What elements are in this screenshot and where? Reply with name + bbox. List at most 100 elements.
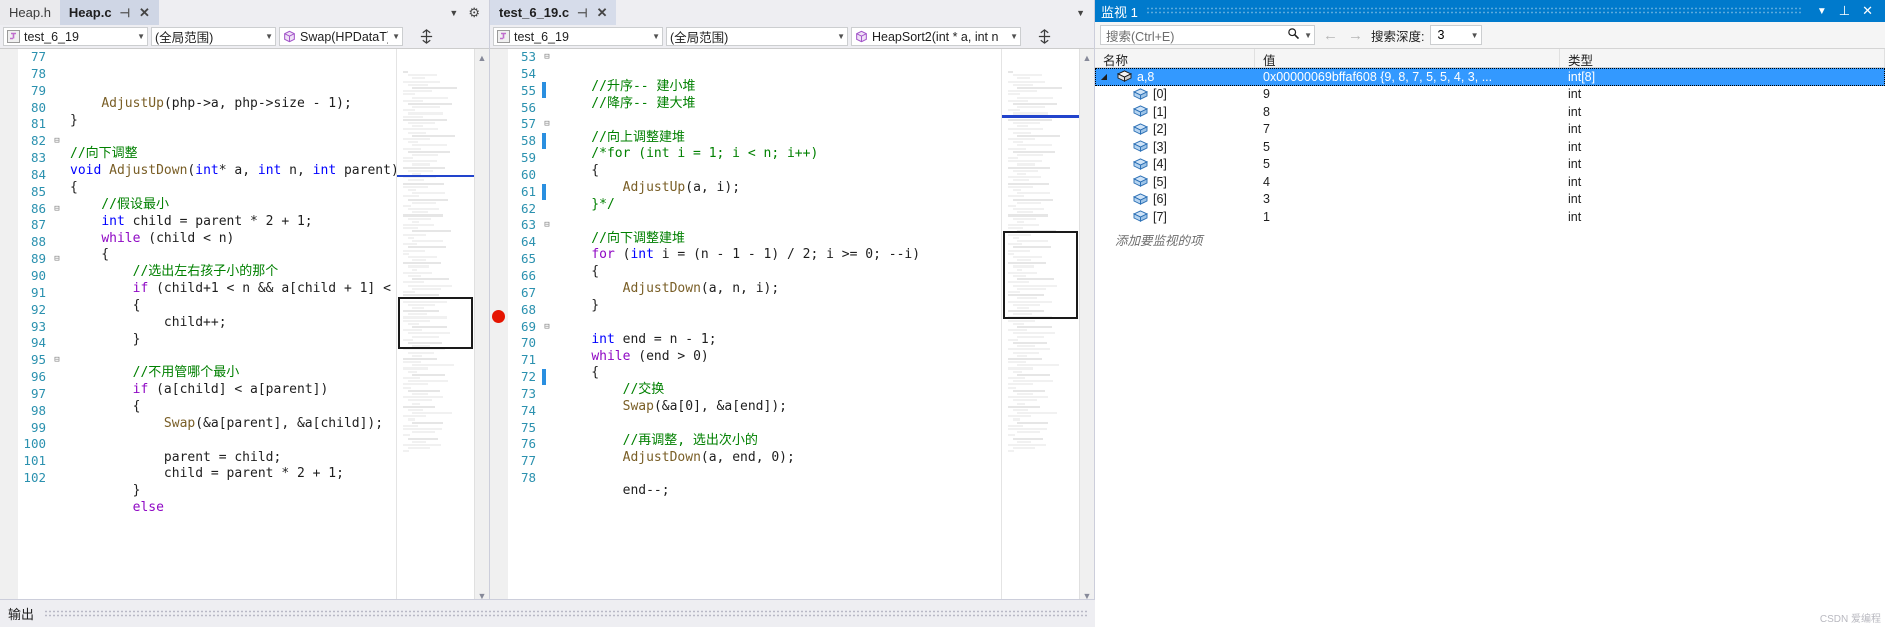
- code-line[interactable]: //假设最小: [70, 197, 396, 214]
- table-row[interactable]: [2] 7 int: [1095, 121, 1885, 139]
- code-line[interactable]: }: [70, 332, 396, 349]
- pin-icon[interactable]: ⊣: [120, 6, 130, 20]
- code-line[interactable]: [560, 214, 1001, 231]
- title-drag-area[interactable]: [1146, 0, 1803, 22]
- watch-value-cell[interactable]: 3: [1255, 192, 1560, 206]
- code-line[interactable]: //向下调整: [70, 146, 396, 163]
- table-row[interactable]: [1] 8 int: [1095, 103, 1885, 121]
- code-line[interactable]: [560, 466, 1001, 483]
- code-line[interactable]: {: [560, 163, 1001, 180]
- code-line[interactable]: {: [560, 264, 1001, 281]
- code-line[interactable]: {: [70, 180, 396, 197]
- right-code-text[interactable]: //升序-- 建小堆 //降序-- 建大堆 //向上调整建堆 /*for (in…: [554, 49, 1001, 605]
- code-line[interactable]: [560, 416, 1001, 433]
- close-icon[interactable]: ✕: [139, 5, 150, 21]
- table-row[interactable]: [4] 5 int: [1095, 156, 1885, 174]
- expand-toggle[interactable]: ◢: [1097, 72, 1111, 81]
- code-line[interactable]: //交换: [560, 382, 1001, 399]
- pin-icon[interactable]: ⊥: [1833, 3, 1856, 19]
- chevron-down-icon[interactable]: ▼: [652, 32, 660, 41]
- split-view-icon[interactable]: [1024, 29, 1064, 44]
- watch-name-cell[interactable]: [3]: [1095, 140, 1255, 154]
- left-minimap[interactable]: [396, 49, 474, 605]
- right-code-area[interactable]: 53 54 55 56 57 58 59 60 61 62 63 64 65 66 67 68 69 70 71 72…: [490, 49, 1094, 605]
- left-vertical-scrollbar[interactable]: ▲ ▼: [474, 49, 489, 605]
- code-line[interactable]: [560, 113, 1001, 130]
- chevron-down-icon[interactable]: ▼: [392, 32, 400, 41]
- fold-toggle[interactable]: ⊟: [50, 352, 64, 369]
- project-dropdown[interactable]: test_6_19 ▼: [3, 27, 148, 46]
- code-line[interactable]: AdjustUp(a, i);: [560, 180, 1001, 197]
- left-code-text[interactable]: AdjustUp(php->a, php->size - 1);} //向下调整…: [64, 49, 396, 605]
- code-line[interactable]: AdjustDown(a, n, i);: [560, 281, 1001, 298]
- code-line[interactable]: }*/: [560, 197, 1001, 214]
- add-watch-hint[interactable]: 添加要监视的项: [1095, 226, 1885, 249]
- code-line[interactable]: }: [560, 298, 1001, 315]
- column-header-name[interactable]: 名称: [1095, 49, 1255, 68]
- code-line[interactable]: {: [560, 365, 1001, 382]
- code-line[interactable]: /*for (int i = 1; i < n; i++): [560, 146, 1001, 163]
- chevron-down-icon[interactable]: ▼: [1811, 6, 1833, 17]
- watch-value-cell[interactable]: 8: [1255, 105, 1560, 119]
- code-line[interactable]: //向上调整建堆: [560, 130, 1001, 147]
- table-row[interactable]: ◢ a,8 0x00000069bffaf608 {9, 8, 7, 5, 5, 4…: [1095, 68, 1885, 86]
- chevron-down-icon[interactable]: ▼: [1076, 8, 1085, 18]
- code-line[interactable]: }: [70, 113, 396, 130]
- project-dropdown[interactable]: test_6_19 ▼: [493, 27, 663, 46]
- search-icon[interactable]: [1287, 27, 1300, 43]
- code-line[interactable]: end--;: [560, 483, 1001, 500]
- code-line[interactable]: //向下调整建堆: [560, 231, 1001, 248]
- tab-test-6-19-c[interactable]: test_6_19.c ⊣ ✕: [490, 0, 617, 25]
- right-breakpoint-gutter[interactable]: [490, 49, 508, 605]
- chevron-down-icon[interactable]: ▼: [1010, 32, 1018, 41]
- code-line[interactable]: //不用管哪个最小: [70, 365, 396, 382]
- split-view-icon[interactable]: [406, 29, 446, 44]
- code-line[interactable]: void AdjustDown(int* a, int n, int paren…: [70, 163, 396, 180]
- member-dropdown[interactable]: Swap(HPDataT) ▼: [279, 27, 403, 46]
- left-fold-column[interactable]: ⊟ ⊟ ⊟ ⊟: [50, 49, 64, 605]
- table-row[interactable]: [7] 1 int: [1095, 208, 1885, 226]
- pin-icon[interactable]: ⊣: [577, 6, 587, 20]
- chevron-down-icon[interactable]: ▼: [1304, 31, 1312, 40]
- watch-value-cell[interactable]: 7: [1255, 122, 1560, 136]
- tab-heap-c[interactable]: Heap.c ⊣ ✕: [59, 0, 159, 25]
- chevron-down-icon[interactable]: ▼: [1471, 31, 1479, 40]
- fold-toggle[interactable]: ⊟: [540, 116, 554, 133]
- code-line[interactable]: //选出左右孩子小的那个: [70, 264, 396, 281]
- close-icon[interactable]: ✕: [1856, 3, 1879, 19]
- output-drag-area[interactable]: [44, 600, 1087, 627]
- minimap-viewport[interactable]: [1003, 231, 1078, 319]
- scope-dropdown[interactable]: (全局范围) ▼: [666, 27, 848, 46]
- code-line[interactable]: {: [70, 247, 396, 264]
- code-line[interactable]: int child = parent * 2 + 1;: [70, 214, 396, 231]
- gear-icon[interactable]: ⚙: [468, 5, 480, 21]
- right-fold-column[interactable]: ⊟ ⊟ ⊟ ⊟: [540, 49, 554, 605]
- code-line[interactable]: //降序-- 建大堆: [560, 96, 1001, 113]
- left-code-area[interactable]: 77 78 79 80 81 82 83 84 85 86 87 88 89 90 91 92 93 94 95 96…: [0, 49, 489, 605]
- table-row[interactable]: [3] 5 int: [1095, 138, 1885, 156]
- code-line[interactable]: //升序-- 建小堆: [560, 79, 1001, 96]
- code-line[interactable]: parent = child;: [70, 450, 396, 467]
- member-dropdown[interactable]: HeapSort2(int * a, int n ▼: [851, 27, 1021, 46]
- watch-name-cell[interactable]: [6]: [1095, 192, 1255, 206]
- code-line[interactable]: while (child < n): [70, 231, 396, 248]
- code-line[interactable]: [560, 315, 1001, 332]
- watch-name-cell[interactable]: [0]: [1095, 87, 1255, 101]
- fold-toggle[interactable]: ⊟: [50, 251, 64, 268]
- code-line[interactable]: [560, 500, 1001, 517]
- right-minimap[interactable]: [1001, 49, 1079, 605]
- chevron-down-icon[interactable]: ▼: [449, 8, 458, 18]
- chevron-down-icon[interactable]: ▼: [137, 32, 145, 41]
- code-line[interactable]: else: [70, 500, 396, 517]
- watch-value-cell[interactable]: 5: [1255, 140, 1560, 154]
- code-line[interactable]: [70, 349, 396, 366]
- watch-name-cell[interactable]: [5]: [1095, 175, 1255, 189]
- output-window-bar[interactable]: 输出: [0, 599, 1095, 627]
- fold-toggle[interactable]: ⊟: [50, 201, 64, 218]
- code-line[interactable]: if (child+1 < n && a[child + 1] < a[: [70, 281, 396, 298]
- fold-toggle[interactable]: ⊟: [540, 217, 554, 234]
- arrow-left-icon[interactable]: ←: [1321, 27, 1340, 44]
- search-input[interactable]: 搜索(Ctrl+E) ▼: [1100, 25, 1315, 45]
- code-line[interactable]: Swap(&a[0], &a[end]);: [560, 399, 1001, 416]
- code-line[interactable]: child = parent * 2 + 1;: [70, 466, 396, 483]
